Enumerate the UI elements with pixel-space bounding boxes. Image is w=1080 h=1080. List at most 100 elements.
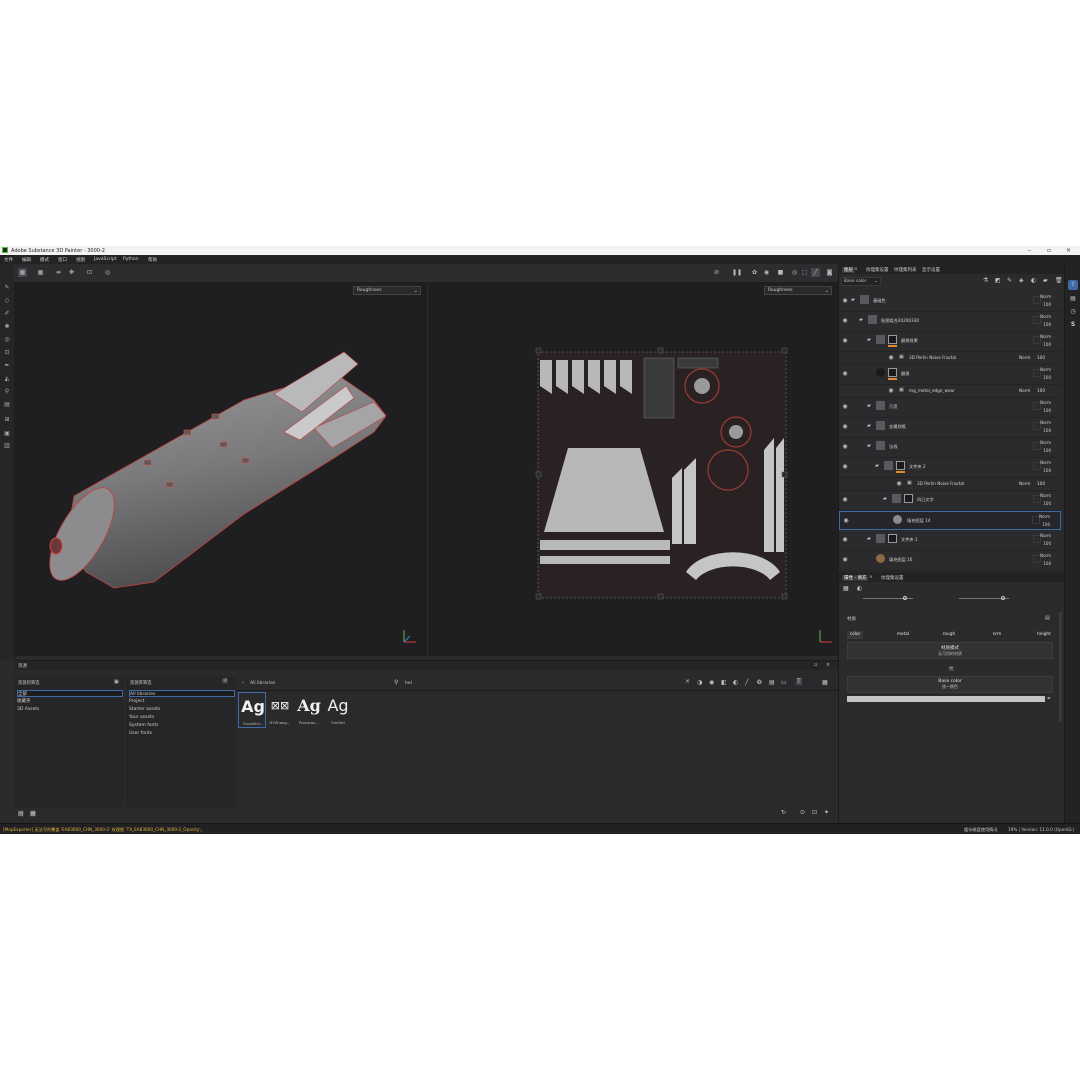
display-toggle-icon[interactable]: ⊘ xyxy=(712,268,721,277)
camera-settings-icon[interactable]: ◎ xyxy=(103,268,112,277)
layer-row[interactable]: ◉ ▰ 基础色 Norm 100 xyxy=(839,292,1061,312)
tab-close-icon[interactable]: × xyxy=(869,575,873,580)
layer-row[interactable]: ◉ ▰ 污渍 Norm 100 xyxy=(839,398,1061,418)
visibility-icon[interactable]: ◉ xyxy=(841,463,849,470)
clear-search-icon[interactable]: × xyxy=(685,678,690,685)
layer-row[interactable]: ◉ ▰ 文件夹 2 Norm 100 xyxy=(839,458,1061,478)
camera-icon[interactable]: ◎ xyxy=(790,268,799,277)
history-icon[interactable]: ⊞ xyxy=(3,416,11,424)
visibility-icon[interactable]: ◉ xyxy=(895,480,903,487)
visibility-icon[interactable]: ◉ xyxy=(841,536,849,543)
tab-close-icon[interactable]: × xyxy=(854,267,858,272)
blend-mode[interactable]: Norm xyxy=(1040,334,1051,339)
opacity[interactable]: 100 xyxy=(1043,342,1051,347)
scrollbar[interactable] xyxy=(1059,612,1062,722)
grid-options-icon[interactable]: ▦ xyxy=(36,268,45,277)
visibility-icon[interactable]: ◉ xyxy=(841,370,849,377)
effect-icon[interactable]: ⚗ xyxy=(983,277,988,284)
blend-mode[interactable]: Norm xyxy=(1039,514,1050,519)
visibility-icon[interactable]: ◉ xyxy=(842,517,850,524)
frame-icon[interactable]: ⊡ xyxy=(85,268,94,277)
grid-view-icon[interactable]: ▦ xyxy=(18,268,27,277)
blend-mode[interactable]: Norm xyxy=(1040,553,1051,558)
paint-brush-icon[interactable]: ✎ xyxy=(3,284,11,292)
history-icon[interactable]: ◷ xyxy=(1068,307,1078,317)
pin-icon[interactable]: ✦ xyxy=(824,809,829,816)
filter-alpha-icon[interactable]: ◐ xyxy=(733,679,738,686)
effect-row[interactable]: ◉ ▣ 3D Perlin Noise Fractal Norm 100 xyxy=(839,352,1061,365)
library-item-system-fonts[interactable]: System fonts xyxy=(129,722,235,729)
adjust-icon[interactable]: ◐ xyxy=(1031,277,1036,284)
library-item-all[interactable]: All libraries xyxy=(129,690,235,697)
folder-icon[interactable]: ▰ xyxy=(1043,277,1048,284)
opacity[interactable]: 100 xyxy=(1037,481,1045,486)
opacity[interactable]: 100 xyxy=(1043,501,1051,506)
delete-icon[interactable]: 🗑 xyxy=(1055,277,1063,284)
transform-icon[interactable]: ✥ xyxy=(67,268,76,277)
library-item-starter[interactable]: Starter assets xyxy=(129,706,235,713)
library-item-project[interactable]: Project xyxy=(129,698,235,705)
blend-mode[interactable]: Norm xyxy=(1019,355,1030,360)
menu-mode[interactable]: 模式 xyxy=(40,257,49,263)
menu-javascript[interactable]: JavaScript xyxy=(94,257,117,262)
visibility-icon[interactable]: ◉ xyxy=(841,423,849,430)
tab-properties-fill[interactable]: 属性 - 填充 xyxy=(842,574,869,581)
screenshot-icon[interactable]: ◙ xyxy=(825,268,834,277)
base-color-swatch[interactable] xyxy=(847,696,1045,702)
layer-mask[interactable] xyxy=(888,534,897,543)
properties-icon[interactable]: ▤ xyxy=(1068,294,1078,304)
channel-toggle-metal[interactable]: metal xyxy=(893,631,913,639)
filter-environment-icon[interactable]: ❂ xyxy=(757,679,762,686)
visibility-icon[interactable]: ◉ xyxy=(841,317,849,324)
blend-mode[interactable]: Norm xyxy=(1019,481,1030,486)
layer-row[interactable]: ◉ ▰ 文件夹 1 Norm 100 xyxy=(839,531,1061,551)
minimize-icon[interactable]: – xyxy=(1028,247,1031,254)
visibility-icon[interactable]: ◉ xyxy=(887,354,895,361)
blend-mode[interactable]: Norm xyxy=(1040,533,1051,538)
grid-size-icon[interactable]: ▦ xyxy=(822,679,828,686)
channel-select[interactable]: Base color ⌄ xyxy=(841,277,881,286)
refresh-icon[interactable]: ↻ xyxy=(781,809,786,816)
library-filter-toggle-icon[interactable]: ⊘ xyxy=(222,678,229,684)
layer-row[interactable]: ◉ ▰ 磨损效果 Norm 100 xyxy=(839,332,1061,352)
opacity[interactable]: 100 xyxy=(1043,428,1051,433)
base-color-button[interactable]: Base color 统一颜色 xyxy=(847,676,1053,693)
material-sphere-icon[interactable]: ◐ xyxy=(857,585,862,592)
layer-mask[interactable] xyxy=(888,335,897,344)
menu-edit[interactable]: 编辑 xyxy=(22,257,31,263)
layer-row-selected[interactable]: ◉ 填充图层 14 Norm 100 xyxy=(839,511,1061,530)
filter-material-icon[interactable]: ◑ xyxy=(697,679,702,686)
asset-tile[interactable]: Ag SimHei xyxy=(324,692,352,728)
blend-mode[interactable]: Norm xyxy=(1040,420,1051,425)
shelf-close-icon[interactable]: × xyxy=(826,662,830,668)
blend-mode[interactable]: Norm xyxy=(1040,314,1051,319)
filter-texture-icon[interactable]: ◧ xyxy=(721,679,727,686)
clone-icon[interactable]: ⊡ xyxy=(3,349,11,357)
fill-settings-icon[interactable]: ▦ xyxy=(843,585,849,592)
filter-smart-material-icon[interactable]: ◉ xyxy=(709,679,714,686)
pause-icon[interactable]: ❚❚ xyxy=(732,268,742,277)
shelf-view-grid-icon[interactable]: ▦ xyxy=(30,810,36,817)
visibility-icon[interactable]: ◉ xyxy=(841,496,849,503)
asset-tile[interactable]: Ag CloudHei... xyxy=(238,692,266,728)
shelf-icon[interactable]: ▣ xyxy=(3,430,11,438)
effect-row[interactable]: ◉ ▣ mg_metal_edge_wear Norm 100 xyxy=(839,385,1061,398)
layer-row[interactable]: ◉ ▰ 法线 Norm 100 xyxy=(839,438,1061,458)
viewport-3d[interactable]: Roughness ⌄ xyxy=(14,282,427,656)
shelf-view-list-icon[interactable]: ▤ xyxy=(18,810,24,817)
iray-icon[interactable]: ◉ xyxy=(762,268,771,277)
opacity[interactable]: 100 xyxy=(1043,408,1051,413)
layer-mask[interactable] xyxy=(904,494,913,503)
import-icon[interactable]: ⊙ xyxy=(800,809,805,816)
tab-display-settings[interactable]: 显示设置 xyxy=(922,267,940,273)
channel-toggle-rough[interactable]: rough xyxy=(939,631,959,639)
tab-texture-set-list[interactable]: 纹理集列表 xyxy=(894,267,917,273)
picker-icon[interactable]: ⚲ xyxy=(3,388,11,396)
blend-mode[interactable]: Norm xyxy=(1040,400,1051,405)
eyedropper-icon[interactable]: ✒ xyxy=(1047,696,1051,702)
asset-tile[interactable]: ⊠⊠ HYZhong... xyxy=(266,692,294,728)
blend-mode[interactable]: Norm xyxy=(1040,440,1051,445)
material-mode-button[interactable]: 材质模式 无可用的材质 xyxy=(847,642,1053,659)
maximize-icon[interactable]: ▫ xyxy=(1047,247,1051,254)
mask-icon[interactable]: ◩ xyxy=(995,277,1001,284)
